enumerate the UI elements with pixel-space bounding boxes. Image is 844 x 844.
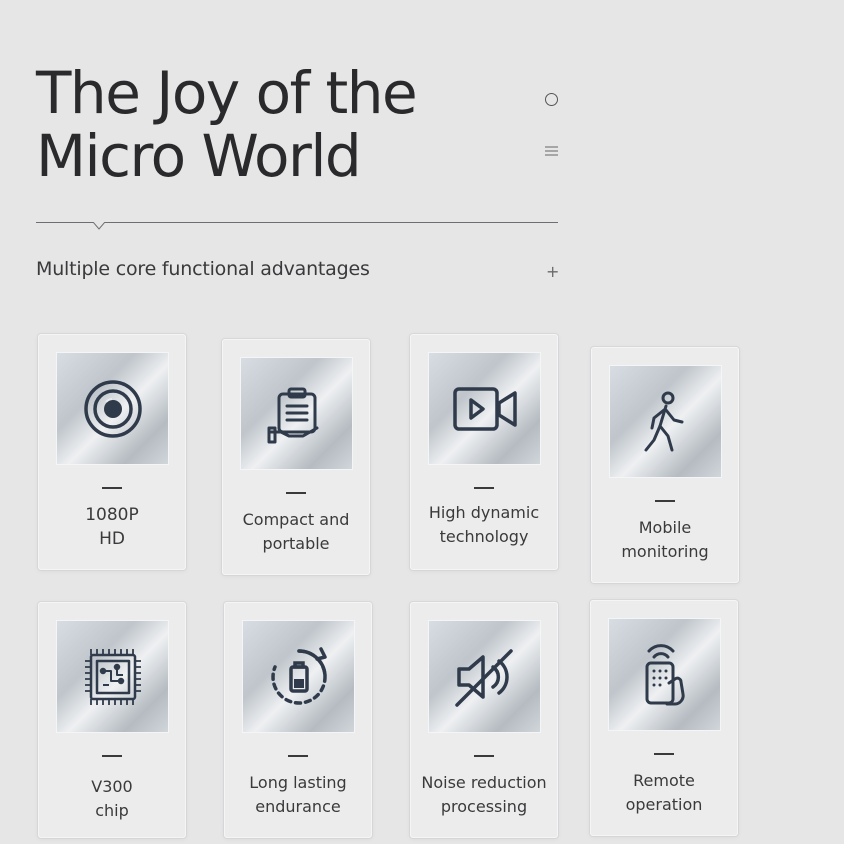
feature-icon-box [428, 620, 541, 733]
feature-card-endurance: Long lasting endurance [224, 602, 372, 838]
feature-label: Mobile monitoring [592, 516, 738, 564]
feature-card-chip: V300 chip [38, 602, 186, 838]
feature-dash [102, 755, 122, 757]
feature-label-line1: 1080P [85, 505, 139, 525]
feature-label-line2: chip [95, 801, 129, 820]
feature-card-dynamic: High dynamic technology [410, 334, 558, 570]
feature-icon-box [240, 357, 353, 470]
title-line-1: The Joy of the [36, 59, 418, 127]
feature-label-line1: High dynamic [428, 503, 540, 522]
feature-label-line2: operation [625, 795, 703, 814]
plus-icon[interactable]: + [546, 264, 559, 280]
feature-label-line2: HD [99, 529, 125, 549]
speaker-muted-icon [455, 649, 513, 707]
feature-label-line2: monitoring [621, 542, 709, 561]
feature-icon-box [242, 620, 355, 733]
feature-label: 1080P HD [39, 503, 185, 551]
feature-dash [655, 500, 675, 502]
feature-dash [286, 492, 306, 494]
camera-lens-icon [84, 380, 142, 438]
feature-dash [102, 487, 122, 489]
title-line-2: Micro World [36, 122, 362, 190]
feature-icon-box [56, 620, 169, 733]
feature-label-line1: Mobile [638, 518, 692, 537]
video-camera-icon [453, 387, 517, 431]
feature-label: Long lasting endurance [225, 771, 371, 819]
feature-label-line1: Compact and [242, 510, 350, 529]
feature-card-noise: Noise reduction processing [410, 602, 558, 838]
feature-label-line2: processing [440, 797, 528, 816]
feature-card-remote: Remote operation [590, 600, 738, 836]
feature-label: Compact and portable [223, 508, 369, 556]
feature-card-mobile: Mobile monitoring [591, 347, 739, 583]
feature-label-line2: technology [439, 527, 529, 546]
feature-card-1080p: 1080P HD [38, 334, 186, 570]
feature-dash [288, 755, 308, 757]
header-divider [36, 222, 558, 223]
feature-dash [654, 753, 674, 755]
feature-icon-box [608, 618, 721, 731]
page-title: The Joy of the Micro World [36, 59, 418, 190]
menu-icon[interactable] [545, 146, 558, 156]
circle-icon[interactable] [545, 93, 558, 106]
feature-label-line2: endurance [255, 797, 341, 816]
feature-label: High dynamic technology [411, 501, 557, 549]
feature-label-line2: portable [262, 534, 330, 553]
feature-dash [474, 755, 494, 757]
remote-control-icon [645, 644, 685, 706]
feature-label: V300 chip [39, 775, 185, 823]
feature-icon-box [428, 352, 541, 465]
feature-label-line1: Noise reduction [421, 773, 547, 792]
divider-notch-icon [93, 222, 105, 230]
feature-icon-box [56, 352, 169, 465]
feature-icon-box [609, 365, 722, 478]
hand-holding-clipboard-icon [267, 387, 319, 444]
section-subtitle: Multiple core functional advantages [36, 258, 370, 280]
feature-card-compact: Compact and portable [222, 339, 370, 575]
feature-label-line1: Long lasting [249, 773, 347, 792]
chip-icon [85, 649, 141, 705]
battery-recycle-icon [271, 647, 327, 705]
feature-label-line1: Remote [633, 771, 695, 790]
feature-label-line1: V300 [91, 777, 133, 796]
feature-label: Noise reduction processing [411, 771, 557, 819]
feature-dash [474, 487, 494, 489]
walking-person-icon [644, 391, 684, 452]
feature-label: Remote operation [591, 769, 737, 817]
